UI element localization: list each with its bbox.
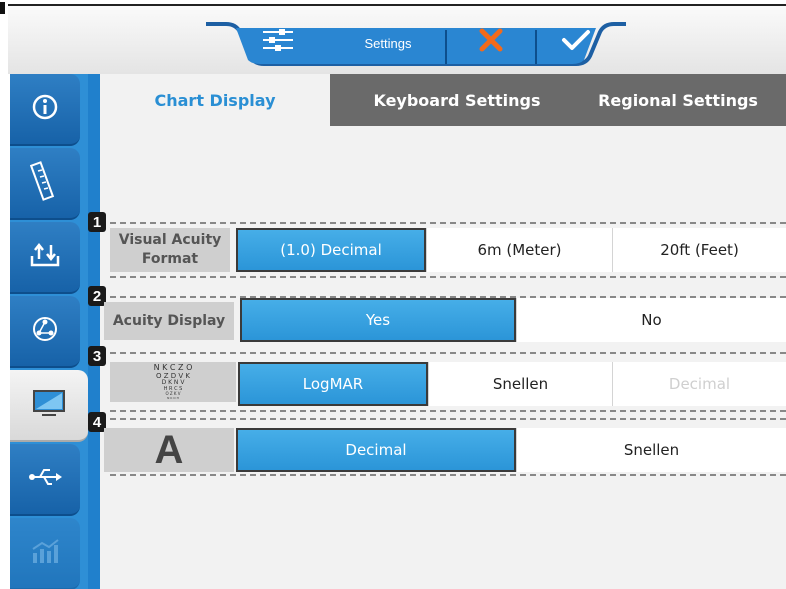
- monitor-icon: [32, 389, 66, 421]
- chart-icon: [30, 537, 60, 569]
- option-decimal[interactable]: (1.0) Decimal: [236, 228, 426, 272]
- sidebar-item-stats[interactable]: [10, 518, 80, 589]
- row-number-badge: 3: [88, 346, 106, 366]
- header-bar: Settings: [8, 6, 786, 74]
- letter-size-label: A: [104, 428, 234, 472]
- sidebar-item-usb[interactable]: [10, 444, 80, 516]
- confirm-button[interactable]: [536, 22, 616, 62]
- eye-chart-icon: N K C Z O O Z D V K D K N V H R C S O Z …: [110, 362, 236, 402]
- option-logmar[interactable]: LogMAR: [238, 362, 428, 406]
- row-divider: [110, 222, 786, 224]
- row-divider: [110, 474, 786, 476]
- tab-regional-settings[interactable]: Regional Settings: [570, 74, 786, 126]
- row-divider: [110, 276, 786, 278]
- close-icon: [479, 28, 503, 56]
- visual-acuity-format-label: Visual Acuity Format: [110, 228, 230, 272]
- sidebar-item-display[interactable]: [10, 370, 88, 442]
- check-icon: [561, 28, 591, 56]
- row-divider: [110, 410, 786, 412]
- option-yes[interactable]: Yes: [240, 298, 516, 342]
- cancel-button[interactable]: [446, 22, 536, 62]
- sidebar-item-info[interactable]: [10, 74, 80, 146]
- option-snellen[interactable]: Snellen: [428, 362, 612, 406]
- sidebar-item-transfer[interactable]: [10, 222, 80, 294]
- tab-keyboard-settings[interactable]: Keyboard Settings: [312, 74, 602, 126]
- row-divider: [110, 352, 786, 354]
- tab-bar: Keyboard Settings Regional Settings Char…: [100, 74, 786, 126]
- filter-button[interactable]: [238, 22, 318, 62]
- sidebar-item-measure[interactable]: [10, 148, 80, 220]
- sidebar-item-network[interactable]: [10, 296, 80, 368]
- info-icon: [31, 93, 59, 125]
- option-decimal-disabled: Decimal: [612, 362, 786, 406]
- upload-download-icon: [30, 242, 60, 272]
- tab-chart-display[interactable]: Chart Display: [100, 74, 330, 126]
- network-icon: [31, 315, 59, 347]
- acuity-display-label: Acuity Display: [104, 302, 234, 340]
- row-divider: [110, 418, 786, 420]
- option-decimal-2[interactable]: Decimal: [236, 428, 516, 472]
- option-snellen-2[interactable]: Snellen: [516, 428, 786, 472]
- option-feet[interactable]: 20ft (Feet): [612, 228, 786, 272]
- sliders-icon: [261, 28, 295, 56]
- row-number-badge: 1: [88, 212, 106, 232]
- option-meter[interactable]: 6m (Meter): [426, 228, 612, 272]
- ruler-icon: [29, 161, 60, 205]
- sidebar-divider: [88, 74, 100, 589]
- usb-icon: [28, 467, 62, 491]
- option-no[interactable]: No: [516, 298, 786, 342]
- header-title: Settings: [364, 36, 412, 51]
- eye-chart-line: N K O H: [167, 395, 179, 400]
